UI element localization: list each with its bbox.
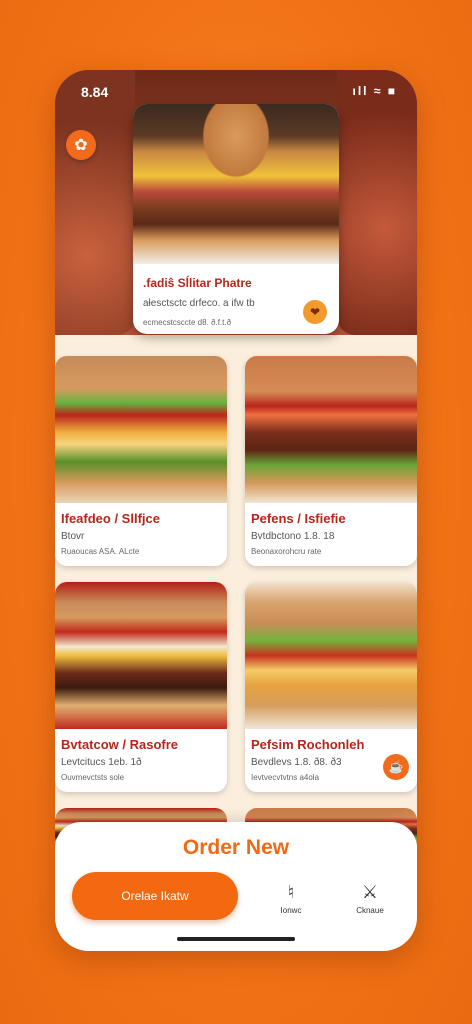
burger-image (245, 582, 417, 729)
menu-card-subtitle: Levtcitucs 1eb. 1ð (61, 757, 142, 768)
featured-meta: ecmecstcsccte d8. ð.f.t.ð (143, 318, 232, 327)
home-indicator[interactable] (177, 937, 295, 941)
menu-card[interactable]: Bvtatcow / Rasofre Levtcitucs 1eb. 1ð Ou… (55, 582, 227, 792)
featured-title: .fadiŝ Sĺlitar Phatre (143, 276, 252, 290)
cart-icon[interactable]: ☕ (383, 754, 409, 780)
nav-item-notifications[interactable]: ♮ Ionwc (261, 882, 321, 915)
featured-burger-image (133, 104, 339, 264)
menu-card-meta: Ruaoucas ASA. ALcte (61, 547, 140, 556)
menu-card-subtitle: Bevdlevs 1.8. ð8. ð3 (251, 757, 342, 768)
menu-card-meta: Ievtvecvtvtns a4ola (251, 773, 320, 782)
order-panel: Order New Orelae Ikatw ♮ Ionwc ⚔ Cknaue (55, 822, 417, 951)
heart-icon[interactable]: ❤ (303, 300, 327, 324)
burger-image (245, 356, 417, 503)
menu-card[interactable]: Pefsim Rochonleh Bevdlevs 1.8. ð8. ð3 Ie… (245, 582, 417, 792)
menu-card-title: Bvtatcow / Rasofre (61, 737, 179, 752)
bell-icon: ♮ (287, 882, 295, 902)
header-banner-left (55, 70, 135, 335)
menu-card-title: Ifeafdeo / Sllfjce (61, 511, 160, 526)
menu-card-subtitle: Bvtdbctono 1.8. 18 (251, 531, 335, 542)
header-banner-right (337, 70, 417, 335)
nav-item-profile[interactable]: ⚔ Cknaue (340, 882, 400, 915)
menu-card-meta: Ouvmevctsts sole (61, 773, 125, 782)
menu-card[interactable]: Ifeafdeo / Sllfjce Btovr Ruaoucas ASA. A… (55, 356, 227, 566)
featured-card[interactable]: .fadiŝ Sĺlitar Phatre ałesctsctc drfeco.… (133, 104, 339, 334)
order-button[interactable]: Orelae Ikatw (72, 872, 238, 920)
menu-card[interactable]: Pefens / Isfiefie Bvtdbctono 1.8. 18 Beo… (245, 356, 417, 566)
nav-item-label: Ionwc (280, 906, 302, 915)
menu-card-title: Pefsim Rochonleh (251, 737, 365, 752)
status-icons: ıll ≈ ■ (352, 84, 397, 98)
menu-card-meta: Beonaxorohcru rate (251, 547, 322, 556)
phone-frame: 8.84 ıll ≈ ■ ✿ .fadiŝ Sĺlitar Phatre ałe… (55, 70, 417, 951)
burger-image (55, 356, 227, 503)
menu-card-title: Pefens / Isfiefie (251, 511, 346, 526)
menu-card-subtitle: Btovr (61, 531, 85, 542)
burger-logo-icon[interactable]: ✿ (66, 130, 96, 160)
status-time: 8.84 (81, 84, 109, 100)
nav-item-label: Cknaue (356, 906, 384, 915)
order-title: Order New (182, 836, 290, 859)
featured-subtitle: ałesctsctc drfeco. a ifw tb (143, 298, 255, 309)
user-icon: ⚔ (361, 882, 379, 902)
burger-image (55, 582, 227, 729)
